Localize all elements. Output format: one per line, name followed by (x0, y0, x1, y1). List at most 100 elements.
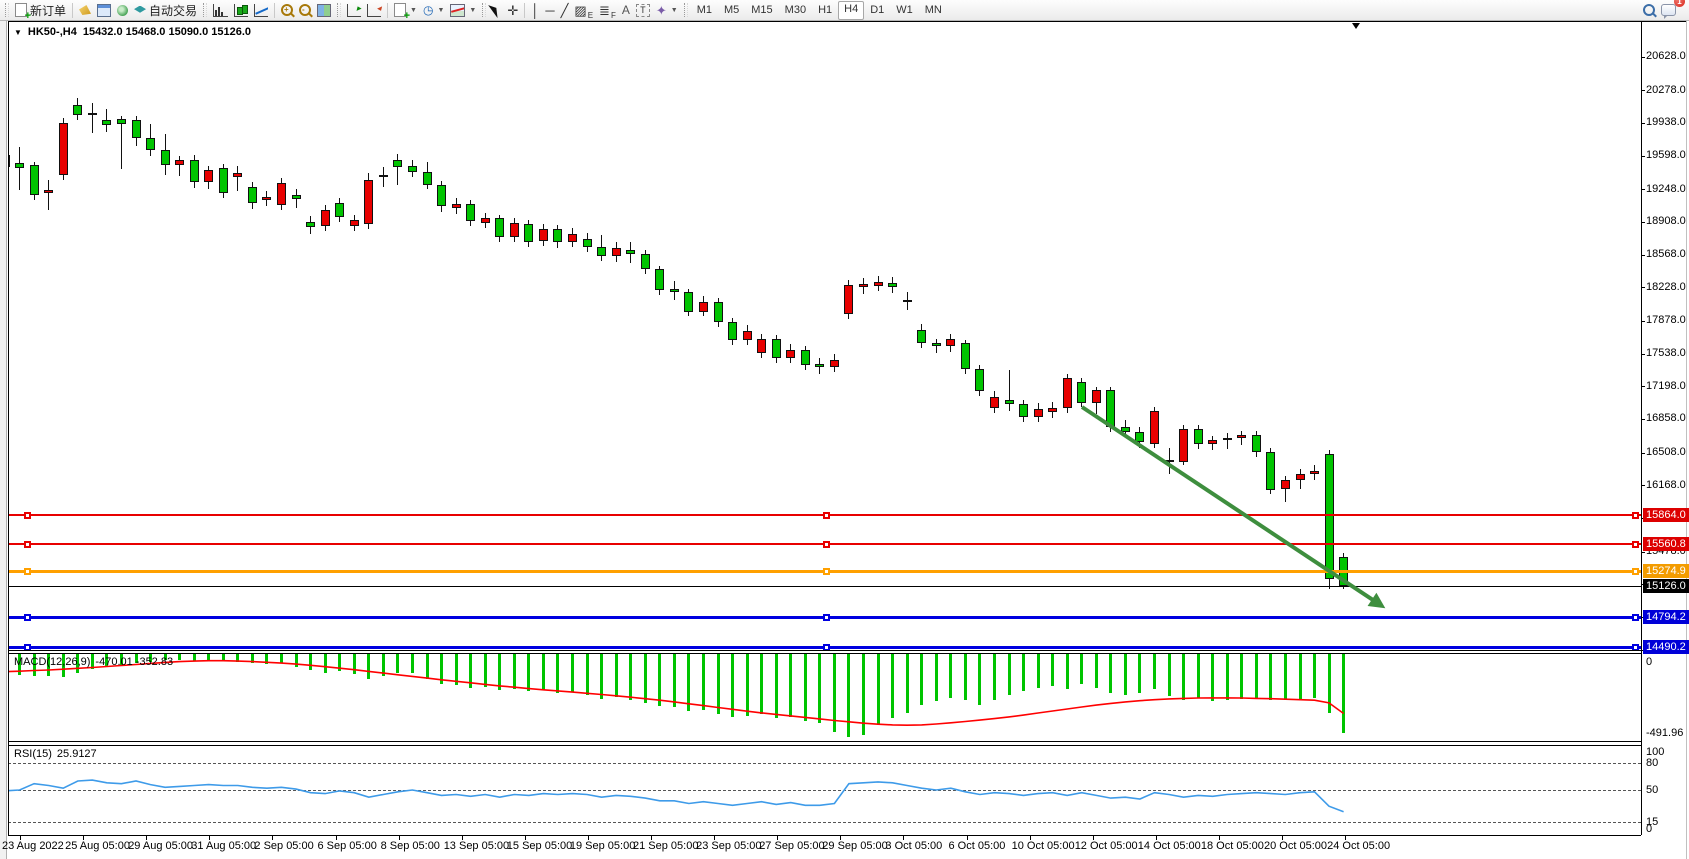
candle (568, 234, 577, 243)
timeframe-button-h4[interactable]: H4 (838, 1, 864, 20)
line-anchor-marker[interactable] (24, 614, 31, 621)
chart-candles-button[interactable] (231, 1, 251, 20)
date-tick (651, 836, 652, 840)
candle (1063, 378, 1072, 408)
toolbar-grip[interactable] (684, 3, 688, 17)
chat-icon (1661, 4, 1676, 16)
line-anchor-marker[interactable] (823, 614, 830, 621)
line-anchor-marker[interactable] (823, 541, 830, 548)
date-label: 24 Oct 05:00 (1327, 840, 1390, 852)
timeframe-button-m30[interactable]: M30 (779, 2, 812, 19)
candle (772, 339, 781, 358)
main-chart-panel[interactable]: ▼ HK50-,H4 15432.0 15468.0 15090.0 15126… (8, 21, 1641, 650)
timeframe-button-mn[interactable]: MN (919, 2, 948, 19)
candle-wick (1227, 433, 1228, 449)
chart-shift-button[interactable]: ◂ (364, 1, 384, 20)
channel-button[interactable]: ▨E (571, 1, 596, 20)
date-label: 8 Sep 05:00 (381, 840, 440, 852)
macd-title: MACD(12,26,9) -470.01 -352.83 (14, 656, 173, 668)
candle (597, 247, 606, 256)
horizontal-line-object[interactable] (8, 586, 1641, 587)
price-axis-label: 18228.0 (1646, 281, 1686, 293)
zoom-out-icon: - (299, 4, 311, 16)
algo-trading-button[interactable]: 自动交易 (131, 1, 200, 20)
trendline-button[interactable]: ╱ (558, 1, 572, 20)
candle (1048, 408, 1057, 412)
date-tick (840, 836, 841, 840)
toolbar-grip[interactable] (203, 3, 207, 17)
line-anchor-marker[interactable] (1632, 568, 1639, 575)
zoom-in-button[interactable]: + (278, 1, 296, 20)
panel-border (8, 21, 1686, 22)
text-button[interactable]: A (619, 1, 633, 20)
indicators-button[interactable]: ▼ (447, 1, 479, 20)
timeframe-button-m1[interactable]: M1 (691, 2, 718, 19)
shapes-button[interactable]: ✦▼ (653, 1, 681, 20)
timeframe-button-m15[interactable]: M15 (745, 2, 778, 19)
date-label: 13 Sep 05:00 (444, 840, 509, 852)
date-tick (1219, 836, 1220, 840)
candle (830, 360, 839, 368)
toolbar-grip[interactable] (482, 3, 486, 17)
candle (277, 183, 286, 205)
period-menu-button[interactable]: ◷▼ (420, 1, 447, 20)
chart-dropdown-icon[interactable]: ▼ (14, 28, 22, 37)
chart-bars-button[interactable] (210, 1, 231, 20)
new-chart-button[interactable]: ▼ (391, 1, 420, 20)
candle (364, 180, 373, 224)
timeframe-button-d1[interactable]: D1 (864, 2, 890, 19)
market-window-button[interactable] (94, 1, 114, 20)
chart-line-button[interactable] (251, 1, 271, 20)
candle (612, 248, 621, 256)
signal-button[interactable] (114, 1, 131, 20)
candle (481, 218, 490, 223)
timeframe-button-w1[interactable]: W1 (890, 2, 919, 19)
rsi-panel[interactable]: RSI(15) 25.9127 (8, 745, 1641, 835)
cursor-button[interactable] (489, 1, 504, 20)
line-anchor-marker[interactable] (823, 568, 830, 575)
chat-button[interactable]: 1 (1658, 1, 1679, 20)
search-button[interactable] (1640, 1, 1658, 20)
label-button[interactable]: T (633, 1, 653, 20)
new-order-button[interactable]: 新订单 (12, 1, 69, 20)
line-anchor-marker[interactable] (1632, 541, 1639, 548)
tile-windows-button[interactable] (314, 1, 334, 20)
timeframe-button-h1[interactable]: H1 (812, 2, 838, 19)
candle-wick (48, 180, 49, 210)
auto-scroll-button[interactable]: ▸ (344, 1, 364, 20)
trend-arrow-object[interactable] (1081, 405, 1386, 609)
candle (132, 120, 141, 138)
candle (844, 285, 853, 315)
timeframe-button-m5[interactable]: M5 (718, 2, 745, 19)
line-anchor-marker[interactable] (1632, 512, 1639, 519)
line-anchor-marker[interactable] (1632, 614, 1639, 621)
vertical-line-button[interactable]: │ (528, 1, 542, 20)
clock-icon: ◷ (423, 4, 433, 16)
candle (495, 218, 504, 237)
date-label: 29 Aug 05:00 (128, 840, 193, 852)
crosshair-button[interactable]: ✛ (504, 1, 521, 20)
text-icon: A (622, 4, 630, 17)
separator (72, 3, 73, 18)
separator (524, 3, 525, 18)
candle (59, 123, 68, 175)
line-anchor-marker[interactable] (24, 541, 31, 548)
horizontal-line-button[interactable]: ─ (542, 1, 557, 20)
date-tick (1345, 836, 1346, 840)
rsi-axis-label: 0 (1646, 823, 1652, 835)
toolbar-grip[interactable] (5, 3, 9, 17)
date-label: 15 Sep 05:00 (507, 840, 572, 852)
line-anchor-marker[interactable] (24, 568, 31, 575)
toolbar-grip[interactable] (337, 3, 341, 17)
window-right-edge (1686, 21, 1687, 859)
line-anchor-marker[interactable] (823, 512, 830, 519)
date-tick (1030, 836, 1031, 840)
price-axis-label: 16168.0 (1646, 479, 1686, 491)
fibonacci-button[interactable]: ≣F (596, 1, 619, 20)
line-anchor-marker[interactable] (24, 512, 31, 519)
zoom-out-button[interactable]: - (296, 1, 314, 20)
price-axis-label: 18568.0 (1646, 248, 1686, 260)
date-tick (1093, 836, 1094, 840)
macd-panel[interactable]: MACD(12,26,9) -470.01 -352.83 (8, 653, 1641, 741)
megaphone-button[interactable] (76, 1, 94, 20)
